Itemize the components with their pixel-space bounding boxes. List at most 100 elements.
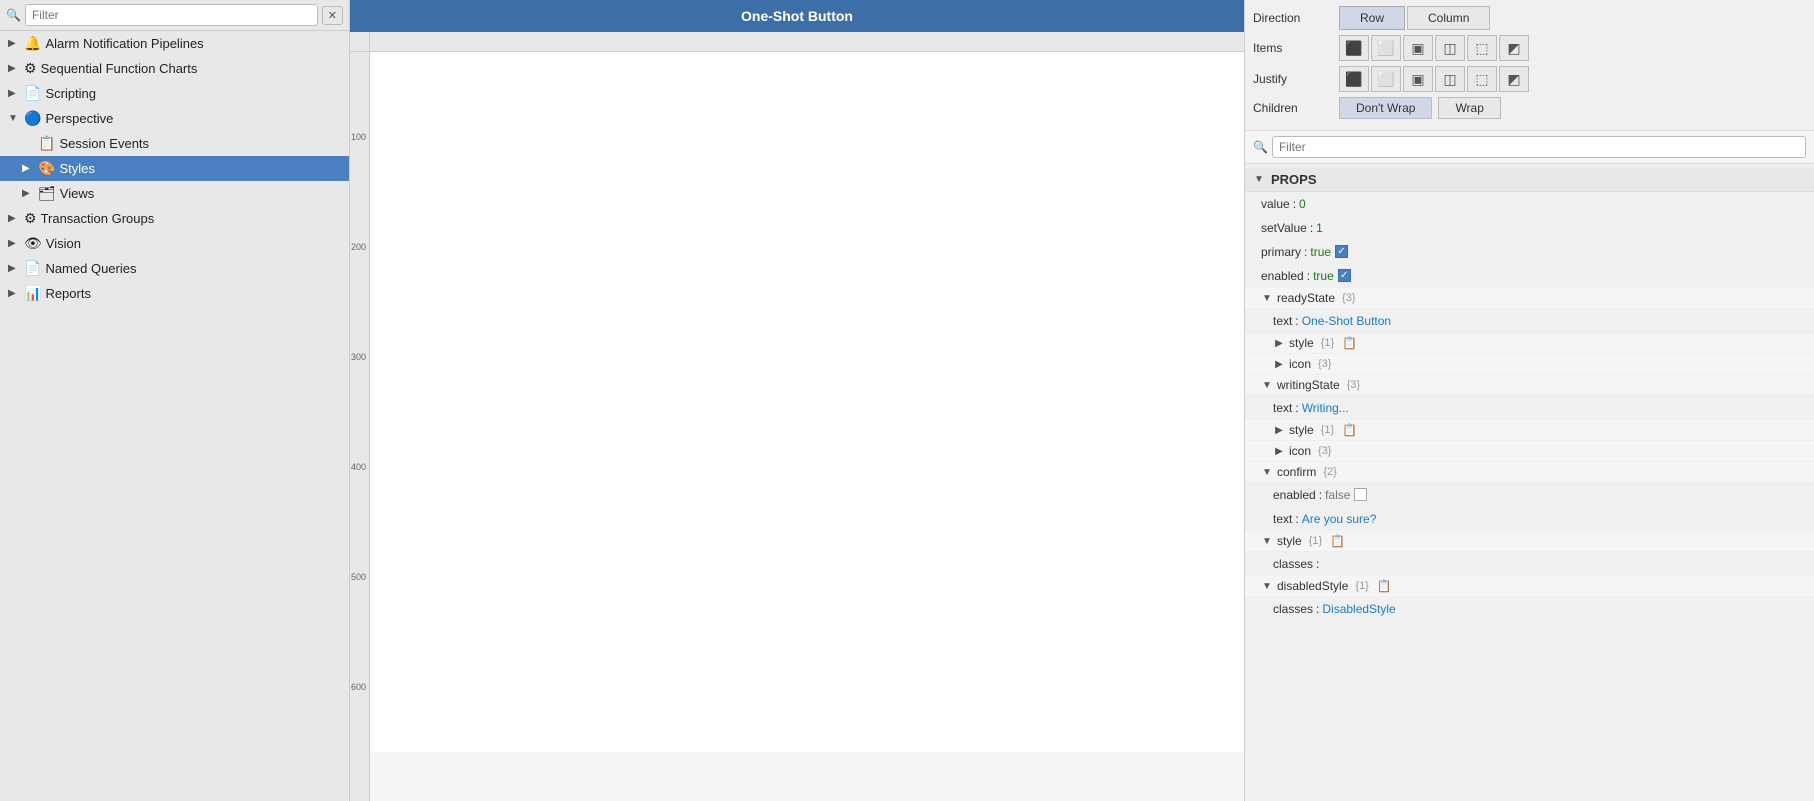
writingState-style-paste[interactable]: 📋 — [1342, 423, 1357, 437]
prop-readyState-header[interactable]: ▼ readyState {3} — [1245, 288, 1814, 309]
style-paste[interactable]: 📋 — [1330, 534, 1345, 548]
writingState-style-toggle: ▶ — [1273, 424, 1285, 436]
prop-writingState-style-header[interactable]: ▶ style {1} 📋 — [1245, 420, 1814, 441]
readyState-icon-toggle: ▶ — [1273, 358, 1285, 370]
canvas-title: One-Shot Button — [350, 0, 1244, 32]
items-buttons: ⬛ ⬜ ▣ ◫ ⬚ ◩ — [1339, 35, 1529, 61]
primary-checkbox[interactable]: ✓ — [1335, 245, 1348, 258]
sidebar-clear-button[interactable]: ✕ — [322, 6, 343, 25]
prop-writingState-icon-header[interactable]: ▶ icon {3} — [1245, 441, 1814, 462]
style-toggle: ▼ — [1261, 535, 1273, 547]
main-area: One-Shot Button 100 200 300 400 500 600 — [350, 0, 1814, 801]
canvas-inner — [370, 52, 1244, 752]
props-filter-row: 🔍 — [1245, 131, 1814, 164]
writingState-toggle: ▼ — [1261, 379, 1273, 391]
label-transaction-groups: Transaction Groups — [41, 211, 341, 226]
toggle-scripting: ▶ — [8, 88, 20, 99]
sidebar-item-alarm-pipelines[interactable]: ▶🔔Alarm Notification Pipelines — [0, 31, 349, 56]
props-filter-input[interactable] — [1272, 136, 1806, 158]
justify-btn-4[interactable]: ◫ — [1435, 66, 1465, 92]
prop-enabled: enabled : true ✓ — [1245, 264, 1814, 288]
direction-label: Direction — [1253, 11, 1333, 25]
props-collapse-icon[interactable]: ▼ — [1253, 174, 1265, 186]
dont-wrap-button[interactable]: Don't Wrap — [1339, 97, 1432, 119]
ruler-vertical: 100 200 300 400 500 600 — [350, 32, 370, 801]
sidebar-item-session-events[interactable]: 📋Session Events — [0, 131, 349, 156]
justify-btn-5[interactable]: ⬚ — [1467, 66, 1497, 92]
justify-label: Justify — [1253, 72, 1333, 86]
sidebar-tree: ▶🔔Alarm Notification Pipelines▶⚙Sequenti… — [0, 31, 349, 306]
sidebar-filter-input[interactable] — [25, 4, 318, 26]
prop-readyState-style-header[interactable]: ▶ style {1} 📋 — [1245, 333, 1814, 354]
items-btn-6[interactable]: ◩ — [1499, 35, 1529, 61]
items-btn-3[interactable]: ▣ — [1403, 35, 1433, 61]
wrap-button[interactable]: Wrap — [1438, 97, 1500, 119]
items-row: Items ⬛ ⬜ ▣ ◫ ⬚ ◩ — [1253, 35, 1806, 61]
canvas-workspace[interactable] — [370, 52, 1244, 801]
toggle-named-queries: ▶ — [8, 263, 20, 274]
icon-perspective: 🔵 — [24, 110, 41, 127]
canvas-area: One-Shot Button 100 200 300 400 500 600 — [350, 0, 1244, 801]
toggle-transaction-groups: ▶ — [8, 213, 20, 224]
readyState-toggle: ▼ — [1261, 292, 1273, 304]
label-styles: Styles — [59, 161, 341, 176]
items-btn-1[interactable]: ⬛ — [1339, 35, 1369, 61]
sidebar-item-reports[interactable]: ▶📊Reports — [0, 281, 349, 306]
direction-column-btn[interactable]: Column — [1407, 6, 1490, 30]
direction-buttons: Row Column — [1339, 6, 1490, 30]
icon-alarm-pipelines: 🔔 — [24, 35, 41, 52]
justify-btn-1[interactable]: ⬛ — [1339, 66, 1369, 92]
label-scripting: Scripting — [45, 86, 341, 101]
toggle-perspective: ▼ — [8, 113, 20, 124]
sidebar-item-views[interactable]: ▶🗂Views — [0, 181, 349, 206]
prop-disabledStyle-header[interactable]: ▼ disabledStyle {1} 📋 — [1245, 576, 1814, 597]
sidebar-item-vision[interactable]: ▶ 👁 Vision — [0, 231, 349, 256]
prop-style-header[interactable]: ▼ style {1} 📋 — [1245, 531, 1814, 552]
sidebar-item-styles[interactable]: ▶🎨Styles — [0, 156, 349, 181]
icon-vision: 👁 — [24, 235, 42, 252]
label-reports: Reports — [45, 286, 341, 301]
toggle-vision: ▶ — [8, 238, 20, 249]
ruler-tick-400: 400 — [351, 462, 366, 472]
sidebar-item-transaction-groups[interactable]: ▶⚙Transaction Groups — [0, 206, 349, 231]
justify-buttons: ⬛ ⬜ ▣ ◫ ⬚ ◩ — [1339, 66, 1529, 92]
ruler-tick-500: 500 — [351, 572, 366, 582]
readyState-style-paste[interactable]: 📋 — [1342, 336, 1357, 350]
justify-btn-6[interactable]: ◩ — [1499, 66, 1529, 92]
items-btn-2[interactable]: ⬜ — [1371, 35, 1401, 61]
confirm-enabled-checkbox[interactable] — [1354, 488, 1367, 501]
ruler-tick-100: 100 — [351, 132, 366, 142]
prop-readyState-text: text : One-Shot Button — [1245, 309, 1814, 333]
sidebar-item-sfc[interactable]: ▶⚙Sequential Function Charts — [0, 56, 349, 81]
justify-btn-2[interactable]: ⬜ — [1371, 66, 1401, 92]
enabled-checkbox[interactable]: ✓ — [1338, 269, 1351, 282]
toggle-sfc: ▶ — [8, 63, 20, 74]
prop-confirm-header[interactable]: ▼ confirm {2} — [1245, 462, 1814, 483]
icon-reports: 📊 — [24, 285, 41, 302]
sidebar-item-named-queries[interactable]: ▶📄Named Queries — [0, 256, 349, 281]
justify-btn-3[interactable]: ▣ — [1403, 66, 1433, 92]
items-btn-4[interactable]: ◫ — [1435, 35, 1465, 61]
prop-readyState-icon-header[interactable]: ▶ icon {3} — [1245, 354, 1814, 375]
ruler-horizontal — [370, 32, 1244, 52]
label-sfc: Sequential Function Charts — [41, 61, 341, 76]
items-btn-5[interactable]: ⬚ — [1467, 35, 1497, 61]
prop-primary: primary : true ✓ — [1245, 240, 1814, 264]
prop-confirm-enabled: enabled : false — [1245, 483, 1814, 507]
props-title: PROPS — [1271, 172, 1317, 187]
children-row: Children Don't Wrap Wrap — [1253, 97, 1806, 119]
prop-writingState-text: text : Writing... — [1245, 396, 1814, 420]
sidebar-item-scripting[interactable]: ▶📄Scripting — [0, 81, 349, 106]
sidebar-item-perspective[interactable]: ▼🔵Perspective — [0, 106, 349, 131]
label-vision: Vision — [46, 236, 341, 251]
prop-writingState-header[interactable]: ▼ writingState {3} — [1245, 375, 1814, 396]
direction-row-btn[interactable]: Row — [1339, 6, 1405, 30]
toggle-views: ▶ — [22, 188, 34, 199]
sidebar-filter-bar: 🔍 ✕ — [0, 0, 349, 31]
direction-row: Direction Row Column — [1253, 6, 1806, 30]
disabledStyle-paste[interactable]: 📋 — [1377, 579, 1392, 593]
prop-setValue: setValue : 1 — [1245, 216, 1814, 240]
ruler-tick-300: 300 — [351, 352, 366, 362]
label-named-queries: Named Queries — [45, 261, 341, 276]
prop-disabledStyle-classes: classes : DisabledStyle — [1245, 597, 1814, 621]
